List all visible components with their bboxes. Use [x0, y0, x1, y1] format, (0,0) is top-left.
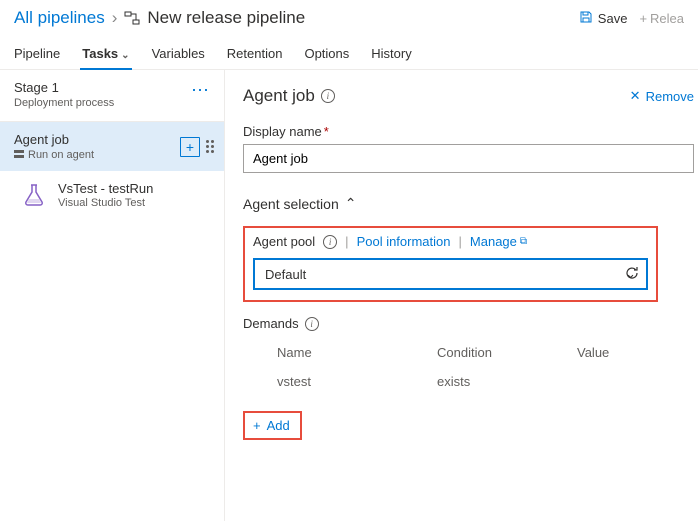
info-icon[interactable]: i	[305, 317, 319, 331]
flask-icon	[20, 181, 48, 209]
external-link-icon: ⧉	[520, 236, 527, 247]
stage-header[interactable]: Stage 1 Deployment process ⋯	[0, 70, 224, 122]
add-task-button[interactable]: +	[180, 137, 200, 157]
tab-variables[interactable]: Variables	[152, 38, 205, 69]
table-row[interactable]: vstest exists	[255, 370, 694, 393]
panel-heading: Agent job i	[243, 86, 335, 106]
chevron-down-icon: ⌄	[121, 50, 129, 61]
col-name: Name	[277, 345, 437, 360]
job-title: Agent job	[14, 132, 94, 147]
remove-button[interactable]: ✕ Remove	[630, 88, 694, 104]
vstest-task-item[interactable]: VsTest - testRun Visual Studio Test	[0, 171, 224, 219]
left-panel: Stage 1 Deployment process ⋯ Agent job R…	[0, 70, 225, 521]
tab-options[interactable]: Options	[304, 38, 349, 69]
tab-pipeline[interactable]: Pipeline	[14, 38, 60, 69]
add-demand-button[interactable]: + Add	[243, 411, 302, 440]
pool-information-link[interactable]: Pool information	[357, 234, 451, 249]
plus-icon: +	[253, 418, 261, 433]
demands-label: Demands	[243, 316, 299, 331]
stage-subtitle: Deployment process	[14, 97, 114, 109]
info-icon[interactable]: i	[321, 89, 335, 103]
col-condition: Condition	[437, 345, 577, 360]
chevron-up-icon: ⌃	[345, 195, 357, 212]
manage-link[interactable]: Manage ⧉	[470, 234, 527, 249]
drag-handle[interactable]	[206, 140, 214, 153]
breadcrumb: All pipelines › New release pipeline	[14, 8, 305, 28]
display-name-label: Display name*	[243, 124, 694, 139]
job-subtitle: Run on agent	[28, 149, 94, 161]
tabs: Pipeline Tasks⌄ Variables Retention Opti…	[0, 34, 698, 70]
save-icon	[579, 10, 593, 27]
agent-selection-header[interactable]: Agent selection ⌃	[243, 195, 694, 212]
plus-icon: +	[639, 11, 647, 26]
chevron-right-icon: ›	[112, 8, 118, 28]
tab-retention[interactable]: Retention	[227, 38, 283, 69]
right-panel: Agent job i ✕ Remove Display name* Agent…	[225, 70, 698, 521]
demands-table: Name Condition Value vstest exists	[255, 341, 694, 393]
agent-job-item[interactable]: Agent job Run on agent +	[0, 122, 224, 171]
close-icon: ✕	[630, 88, 641, 104]
release-button: + Relea	[639, 11, 684, 26]
stage-more-button[interactable]: ⋯	[191, 80, 210, 101]
page-title: New release pipeline	[147, 8, 305, 28]
tab-history[interactable]: History	[371, 38, 411, 69]
pipeline-icon	[124, 10, 140, 26]
task-subtitle: Visual Studio Test	[58, 197, 153, 209]
refresh-button[interactable]	[624, 265, 640, 284]
stage-name: Stage 1	[14, 80, 114, 95]
info-icon[interactable]: i	[323, 235, 337, 249]
save-button[interactable]: Save	[579, 10, 628, 27]
agent-pool-select[interactable]: Default ⌄	[253, 258, 648, 290]
agent-pool-label: Agent pool	[253, 234, 315, 249]
display-name-input[interactable]	[243, 144, 694, 173]
col-value: Value	[577, 345, 609, 360]
agent-pool-section: Agent pool i | Pool information | Manage…	[243, 226, 658, 302]
task-title: VsTest - testRun	[58, 181, 153, 196]
breadcrumb-root-link[interactable]: All pipelines	[14, 8, 105, 28]
server-icon	[14, 149, 24, 161]
tab-tasks[interactable]: Tasks⌄	[82, 38, 129, 69]
